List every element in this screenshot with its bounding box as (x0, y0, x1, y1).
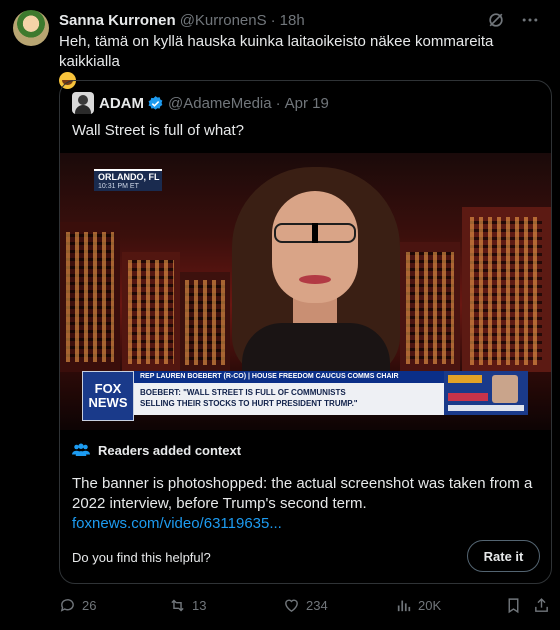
location-city: ORLANDO, FL (98, 172, 160, 182)
like-count: 234 (306, 597, 328, 613)
quoted-media-image[interactable]: ORLANDO, FL 10:31 PM ET FOX NEWS REP LAU… (60, 153, 551, 430)
heart-icon (285, 599, 298, 612)
person-lips (299, 275, 331, 284)
chyron-main-text: BOEBERT: "WALL STREET IS FULL OF COMMUNI… (134, 383, 444, 415)
share-button[interactable] (533, 594, 556, 616)
community-note-link[interactable]: foxnews.com/video/63119635... (72, 515, 282, 532)
quoted-header: ADAM @AdameMedia · Apr 19 (72, 92, 329, 114)
quoted-tweet[interactable]: ADAM @AdameMedia · Apr 19 Wall Street is… (59, 80, 552, 584)
person-face (272, 191, 358, 303)
repost-button[interactable]: 13 (169, 594, 206, 616)
people-icon (72, 443, 90, 456)
city-building (122, 252, 180, 372)
side-panel-portrait (492, 375, 518, 403)
side-panel-bottom (448, 405, 524, 411)
author-name[interactable]: Sanna Kurronen (59, 12, 176, 29)
community-note-text: The banner is photoshopped: the actual s… (72, 475, 533, 512)
quoted-avatar (72, 92, 94, 114)
repost-icon (171, 599, 184, 611)
more-icon[interactable] (520, 10, 540, 30)
tweet-body: Heh, tämä on kyllä hauska kuinka laitaoi… (59, 33, 494, 70)
quoted-author-name: ADAM (99, 94, 144, 112)
separator: · (270, 11, 276, 29)
author-handle[interactable]: @KurronenS (180, 12, 267, 29)
community-note-title: Readers added context (98, 442, 242, 458)
bookmark-icon (508, 597, 519, 613)
quoted-date: Apr 19 (284, 94, 329, 112)
share-icon (535, 597, 548, 612)
community-note-header: Readers added context (72, 442, 241, 458)
action-bar: 26 13 234 20K (59, 594, 552, 616)
chyron-line-1: BOEBERT: "WALL STREET IS FULL OF COMMUNI… (140, 388, 346, 397)
reply-button[interactable]: 26 (59, 594, 96, 616)
quoted-author-handle: @AdameMedia (168, 94, 272, 112)
city-building (462, 207, 551, 372)
bookmark-button[interactable] (505, 594, 528, 616)
news-logo: FOX NEWS (82, 371, 134, 421)
views-icon (397, 600, 411, 611)
chyron-line-2: SELLING THEIR STOCKS TO HURT PRESIDENT T… (140, 399, 358, 408)
tweet[interactable]: Sanna Kurronen @KurronenS · 18h Heh, täm… (0, 0, 560, 630)
community-note-body: The banner is photoshopped: the actual s… (72, 474, 540, 534)
city-building (400, 242, 460, 372)
community-note: Readers added context The banner is phot… (60, 430, 551, 583)
helpful-prompt: Do you find this helpful? (72, 550, 211, 565)
location-tag: ORLANDO, FL 10:31 PM ET (94, 169, 162, 191)
quoted-text: Wall Street is full of what? (72, 122, 245, 139)
grok-icon[interactable] (486, 10, 506, 30)
views-button[interactable]: 20K (395, 594, 441, 616)
news-chyron: FOX NEWS REP LAUREN BOEBERT (R-CO) | HOU… (82, 371, 528, 421)
avatar[interactable] (13, 10, 49, 46)
views-count: 20K (418, 597, 442, 613)
logo-line-2: NEWS (88, 395, 128, 410)
chyron-side-panel (444, 371, 528, 415)
reply-count: 26 (82, 597, 97, 613)
timestamp[interactable]: 18h (280, 12, 305, 29)
city-building (180, 272, 230, 372)
repost-count: 13 (192, 597, 207, 613)
side-panel-label (448, 375, 482, 383)
rate-it-button[interactable]: Rate it (467, 540, 540, 572)
separator: · (275, 94, 281, 112)
reply-icon (60, 598, 74, 612)
location-time: 10:31 PM ET (98, 183, 139, 190)
tweet-header: Sanna Kurronen @KurronenS · 18h (59, 10, 540, 30)
like-button[interactable]: 234 (283, 594, 328, 616)
side-panel-name (448, 393, 488, 401)
verified-badge-icon (148, 95, 163, 110)
city-building (60, 222, 120, 372)
logo-line-1: FOX (94, 381, 122, 396)
person-glasses (274, 223, 356, 243)
chyron-top-bar: REP LAUREN BOEBERT (R-CO) | HOUSE FREEDO… (134, 371, 444, 383)
